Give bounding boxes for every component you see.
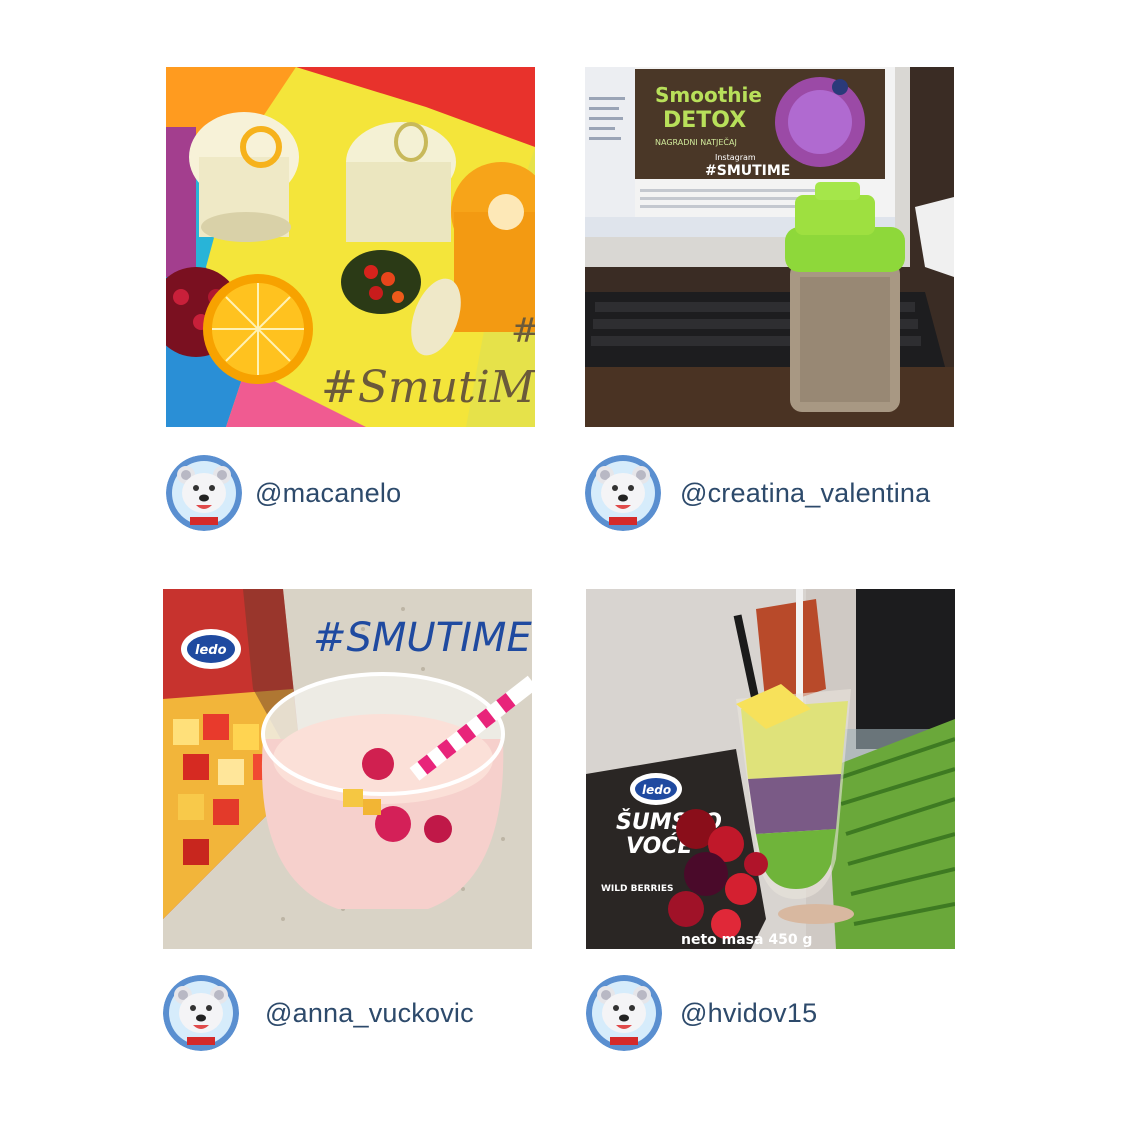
package-brand-logo: ledo — [195, 643, 227, 658]
photo-hashtag-text: #SmutiMe — [321, 362, 535, 413]
package-weight: neto masa 450 g — [681, 932, 812, 948]
screen-banner-title: Smoothie — [655, 83, 762, 107]
post-handle-macanelo[interactable]: @macanelo — [255, 478, 401, 509]
avatar-creatina-valentina[interactable] — [585, 455, 661, 531]
avatar-macanelo[interactable] — [166, 455, 242, 531]
post-photo-macanelo[interactable]: #SmutiMe # — [166, 67, 535, 427]
package-subtitle: WILD BERRIES — [601, 884, 673, 894]
post-photo-creatina-valentina[interactable]: Smoothie DETOX NAGRADNI NATJEČAJ Instagr… — [585, 67, 954, 427]
post-handle-creatina-valentina[interactable]: @creatina_valentina — [680, 478, 930, 509]
package-brand-logo: ledo — [642, 783, 671, 797]
post-handle-hvidov15[interactable]: @hvidov15 — [680, 998, 817, 1029]
photo-hashtag-fragment: # — [511, 311, 535, 351]
screen-banner-hashtag: #SMUTIME — [705, 163, 790, 179]
screen-banner-detox: DETOX — [663, 108, 746, 133]
post-photo-anna-vuckovic[interactable]: #SMUTIME ledo — [163, 589, 532, 949]
avatar-anna-vuckovic[interactable] — [163, 975, 239, 1051]
screen-banner-instagram: Instagram — [715, 153, 756, 162]
screen-banner-sub: NAGRADNI NATJEČAJ — [655, 136, 737, 147]
avatar-hvidov15[interactable] — [586, 975, 662, 1051]
post-photo-hvidov15[interactable]: ledo ŠUMSKO VOĆE WILD BERRIES neto masa … — [586, 589, 955, 949]
post-handle-anna-vuckovic[interactable]: @anna_vuckovic — [265, 998, 474, 1029]
photo-hashtag-text: #SMUTIME — [313, 615, 532, 661]
